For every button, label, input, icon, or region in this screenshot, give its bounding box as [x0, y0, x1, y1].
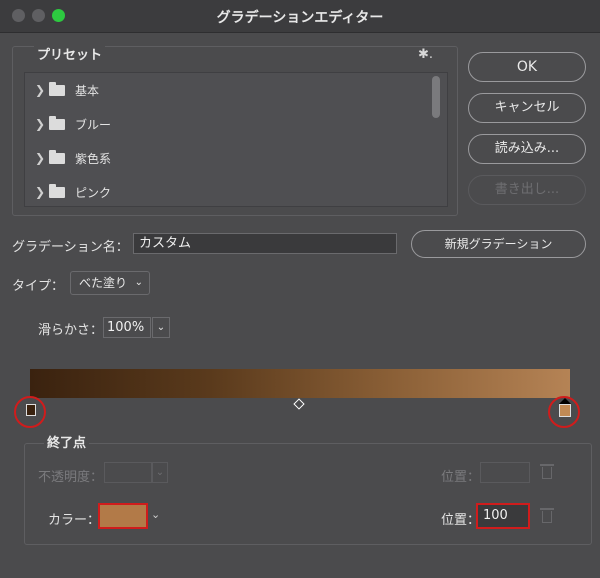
presets-label: プリセット: [34, 44, 106, 63]
folder-icon: [49, 150, 65, 164]
ok-button[interactable]: OK: [468, 52, 586, 82]
presets-list[interactable]: ❯ 基本 ❯ ブルー ❯ 紫色系 ❯ ピンク: [24, 72, 448, 207]
cancel-button[interactable]: キャンセル: [468, 93, 586, 123]
smoothness-input[interactable]: 100%: [103, 317, 151, 338]
color-position-input[interactable]: 100: [476, 503, 530, 529]
highlight-circle-right: [548, 396, 580, 428]
color-label: カラー：: [48, 513, 101, 528]
smoothness-label: 滑らかさ：: [38, 323, 104, 338]
midpoint-diamond[interactable]: [293, 398, 305, 410]
load-button[interactable]: 読み込み...: [468, 134, 586, 164]
preset-folder-blue[interactable]: ❯ ブルー: [25, 107, 425, 141]
export-button: 書き出し...: [468, 175, 586, 205]
trash-icon: [540, 464, 554, 480]
stops-label: 終了点: [44, 432, 90, 451]
presets-scrollbar-thumb[interactable]: [432, 76, 440, 118]
folder-icon: [49, 82, 65, 96]
preset-folder-pink[interactable]: ❯ ピンク: [25, 175, 425, 209]
opacity-label: 不透明度：: [38, 470, 104, 485]
gear-icon[interactable]: ✱.: [418, 47, 433, 62]
chevron-right-icon[interactable]: ❯: [35, 151, 45, 165]
type-select-value: べた塗り: [79, 276, 128, 290]
new-gradient-button[interactable]: 新規グラデーション: [411, 230, 586, 258]
highlight-circle-left: [14, 396, 46, 428]
trash-icon[interactable]: [540, 508, 554, 524]
opacity-input: [104, 462, 152, 483]
preset-folder-basic[interactable]: ❯ 基本: [25, 73, 425, 107]
preset-folder-label: 基本: [75, 84, 100, 98]
chevron-down-icon[interactable]: ⌄: [151, 508, 160, 521]
chevron-right-icon[interactable]: ❯: [35, 83, 45, 97]
color-swatch[interactable]: [98, 503, 148, 529]
stops-group: [24, 443, 592, 545]
chevron-right-icon[interactable]: ❯: [35, 185, 45, 199]
chevron-down-icon: ⌄: [134, 277, 143, 288]
opacity-dropdown: ⌄: [152, 462, 168, 483]
gradient-name-label: グラデーション名：: [12, 240, 129, 255]
preset-folder-purple[interactable]: ❯ 紫色系: [25, 141, 425, 175]
folder-icon: [49, 184, 65, 198]
preset-folder-label: ブルー: [75, 118, 112, 132]
type-label: タイプ：: [12, 279, 65, 294]
preset-folder-label: ピンク: [75, 186, 112, 200]
window-title: グラデーションエディター: [216, 10, 384, 26]
gradient-preview-bar[interactable]: [30, 369, 570, 398]
opacity-position-input: [480, 462, 530, 483]
type-select[interactable]: べた塗り ⌄: [70, 271, 150, 295]
smoothness-dropdown[interactable]: ⌄: [152, 317, 170, 338]
color-position-label: 位置：: [441, 513, 481, 528]
preset-folder-label: 紫色系: [75, 152, 112, 166]
opacity-position-label: 位置：: [441, 470, 481, 485]
gradient-name-input[interactable]: カスタム: [133, 233, 397, 254]
folder-icon: [49, 116, 65, 130]
chevron-right-icon[interactable]: ❯: [35, 117, 45, 131]
